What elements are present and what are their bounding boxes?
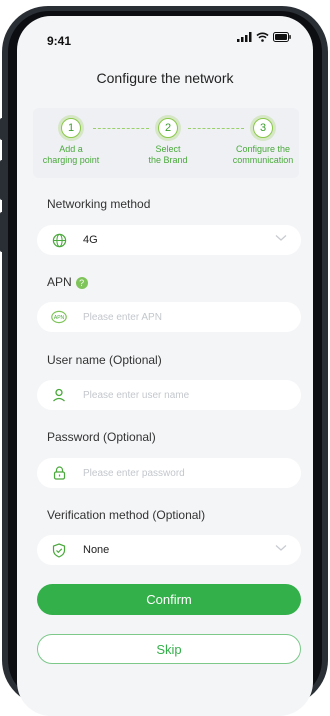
- app-screen: 9:41 Configure the network 1 Add a charg…: [17, 16, 313, 716]
- username-input[interactable]: Please enter user name: [37, 380, 301, 410]
- verification-method-label: Verification method (Optional): [47, 508, 206, 522]
- networking-method-select[interactable]: 4G: [37, 225, 301, 255]
- step-label: Add a charging point: [42, 144, 100, 165]
- step-select-brand: 2 Select the Brand: [128, 118, 208, 166]
- apn-icon: APN: [51, 309, 67, 325]
- page-title: Configure the network: [96, 70, 234, 86]
- side-button: [0, 118, 4, 140]
- progress-stepper: 1 Add a charging point 2 Select the Bran…: [33, 108, 299, 178]
- apn-input[interactable]: APN Please enter APN: [37, 302, 301, 332]
- status-icons: [237, 32, 291, 42]
- step-number: 2: [158, 118, 178, 138]
- apn-label: APN?: [47, 275, 88, 289]
- globe-icon: [51, 232, 67, 248]
- signal-icon: [237, 32, 252, 42]
- chevron-down-icon: [275, 545, 287, 551]
- step-configure-communication: 3 Configure the communication: [223, 118, 303, 166]
- confirm-button[interactable]: Confirm: [37, 584, 301, 615]
- networking-method-value: 4G: [83, 234, 98, 246]
- apn-placeholder: Please enter APN: [83, 311, 162, 323]
- wifi-icon: [256, 32, 269, 42]
- user-icon: [51, 387, 67, 403]
- battery-icon: [273, 32, 291, 42]
- svg-text:APN: APN: [54, 315, 65, 321]
- step-label: Select the Brand: [148, 144, 188, 165]
- password-placeholder: Please enter password: [83, 467, 185, 479]
- verification-method-select[interactable]: None: [37, 535, 301, 565]
- username-placeholder: Please enter user name: [83, 389, 190, 401]
- side-button: [0, 212, 4, 252]
- networking-method-label: Networking method: [47, 197, 151, 211]
- step-number: 3: [253, 118, 273, 138]
- status-bar: 9:41: [17, 16, 313, 56]
- shield-check-icon: [51, 542, 67, 558]
- step-add-charging-point: 1 Add a charging point: [31, 118, 111, 166]
- username-label: User name (Optional): [47, 353, 162, 367]
- password-input[interactable]: Please enter password: [37, 458, 301, 488]
- side-button: [0, 160, 4, 200]
- lock-icon: [51, 465, 67, 481]
- skip-button[interactable]: Skip: [37, 634, 301, 664]
- verification-method-value: None: [83, 544, 110, 556]
- step-label: Configure the communication: [232, 144, 294, 165]
- help-icon[interactable]: ?: [75, 276, 88, 289]
- password-label: Password (Optional): [47, 430, 156, 444]
- chevron-down-icon: [275, 235, 287, 241]
- status-time: 9:41: [47, 34, 72, 48]
- step-number: 1: [61, 118, 81, 138]
